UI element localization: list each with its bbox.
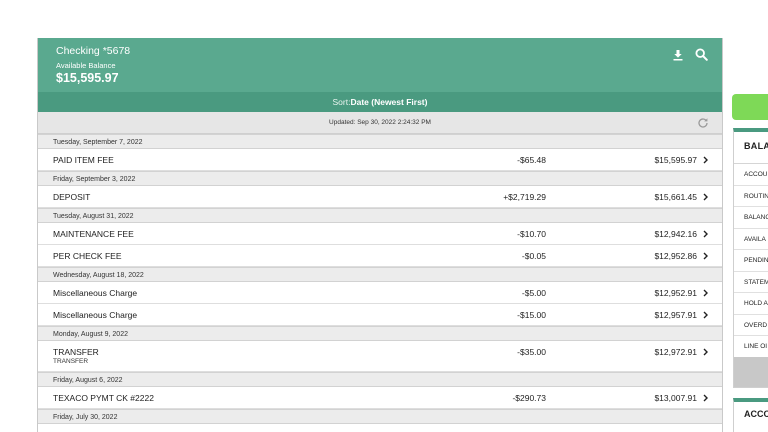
transaction-row[interactable]: DEPOSIT +$2,719.29 $15,661.45 [38, 186, 722, 208]
chevron-right-icon [703, 289, 708, 299]
transaction-description: MAINTENANCE FEE [53, 229, 134, 239]
search-icon[interactable] [695, 48, 708, 61]
transaction-amount: -$15.00 [517, 310, 546, 320]
updated-bar: Updated: Sep 30, 2022 2:24:32 PM [38, 112, 722, 134]
available-balance-label: Available Balance [56, 61, 116, 70]
sort-control[interactable]: Sort:Date (Newest First) [38, 92, 722, 112]
transaction-amount: -$0.05 [521, 251, 546, 261]
balance-details-title: BALA [734, 132, 768, 164]
transaction-description: Miscellaneous Charge [53, 310, 138, 320]
date-header: Friday, September 3, 2022 [38, 171, 722, 186]
transaction-amount: -$65.48 [517, 155, 546, 165]
running-balance: $12,957.91 [654, 310, 697, 320]
updated-timestamp: Updated: Sep 30, 2022 2:24:32 PM [329, 119, 431, 126]
running-balance: $15,661.45 [654, 192, 697, 202]
refresh-icon[interactable] [697, 117, 709, 139]
transaction-description: TRANSFER TRANSFER [53, 347, 99, 366]
chevron-right-icon [703, 230, 708, 240]
transaction-amount: -$290.73 [512, 393, 546, 403]
account-panel: ACCO [733, 398, 768, 432]
balance-detail-row: STATEM [734, 272, 768, 293]
transaction-description: Miscellaneous Charge [53, 288, 138, 298]
transaction-description: PAID ITEM FEE [53, 155, 114, 165]
balance-detail-row: BALANG [734, 207, 768, 229]
date-header: Wednesday, August 18, 2022 [38, 267, 722, 282]
balance-detail-row: LINE OI [734, 336, 768, 358]
transaction-row[interactable]: MAINTENANCE FEE -$10.70 $12,942.16 [38, 223, 722, 245]
transaction-row[interactable]: PAID ITEM FEE -$65.48 $15,595.97 [38, 149, 722, 171]
chevron-right-icon [703, 252, 708, 262]
download-icon[interactable] [672, 49, 684, 61]
sort-label: Sort: [332, 97, 351, 107]
transaction-description: PER CHECK FEE [53, 251, 122, 261]
balance-detail-row: ROUTIN [734, 186, 768, 207]
transaction-row[interactable]: Miscellaneous Charge -$5.00 $12,952.91 [38, 282, 722, 304]
transaction-row[interactable]: Miscellaneous Charge -$15.00 $12,957.91 [38, 304, 722, 326]
transaction-description: DEPOSIT [53, 192, 91, 202]
running-balance: $13,007.91 [654, 393, 697, 403]
chevron-right-icon [703, 348, 708, 358]
balance-details-panel: BALA ACCOU ROUTIN BALANG AVAILA PENDIN S… [733, 128, 768, 388]
transaction-row[interactable]: TEXACO PYMT CK #2222 -$290.73 $13,007.91 [38, 387, 722, 409]
balance-detail-row: HOLD A [734, 293, 768, 315]
balance-detail-row: AVAILA [734, 229, 768, 250]
running-balance: $15,595.97 [654, 155, 697, 165]
account-panel-title: ACCO [744, 409, 768, 419]
transaction-row[interactable]: TRANSFER TRANSFER -$35.00 $12,972.91 [38, 341, 722, 372]
balance-panel-footer [734, 357, 768, 387]
running-balance: $12,952.91 [654, 288, 697, 298]
transaction-subtitle: TRANSFER [53, 358, 89, 365]
running-balance: $12,942.16 [654, 229, 697, 239]
chevron-right-icon [703, 156, 708, 166]
date-header: Tuesday, August 31, 2022 [38, 208, 722, 223]
chevron-right-icon [703, 311, 708, 321]
transaction-amount: -$5.00 [521, 288, 546, 298]
balance-detail-row: OVERD [734, 315, 768, 336]
available-balance-value: $15,595.97 [56, 71, 119, 85]
date-header: Tuesday, September 7, 2022 [38, 134, 722, 149]
transaction-row[interactable]: PER CHECK FEE -$0.05 $12,952.86 [38, 245, 722, 267]
account-header: Checking *5678 Available Balance $15,595… [38, 38, 722, 92]
date-header: Monday, August 9, 2022 [38, 326, 722, 341]
transaction-title: TRANSFER [53, 347, 99, 357]
balance-detail-row: ACCOU [734, 164, 768, 186]
side-action-button[interactable] [732, 94, 768, 120]
transaction-amount: -$35.00 [517, 347, 546, 357]
running-balance: $12,952.86 [654, 251, 697, 261]
chevron-right-icon [703, 394, 708, 404]
transaction-list: Tuesday, September 7, 2022 PAID ITEM FEE… [38, 134, 722, 424]
account-activity-panel: Checking *5678 Available Balance $15,595… [37, 38, 723, 432]
transaction-amount: -$10.70 [517, 229, 546, 239]
date-header: Friday, August 6, 2022 [38, 372, 722, 387]
transaction-description: TEXACO PYMT CK #2222 [53, 393, 154, 403]
account-name: Checking *5678 [56, 45, 131, 57]
running-balance: $12,972.91 [654, 347, 697, 357]
sort-value: Date (Newest First) [350, 97, 428, 107]
transaction-amount: +$2,719.29 [503, 192, 546, 202]
date-header: Friday, July 30, 2022 [38, 409, 722, 424]
balance-detail-row: PENDIN [734, 250, 768, 272]
chevron-right-icon [703, 193, 708, 203]
